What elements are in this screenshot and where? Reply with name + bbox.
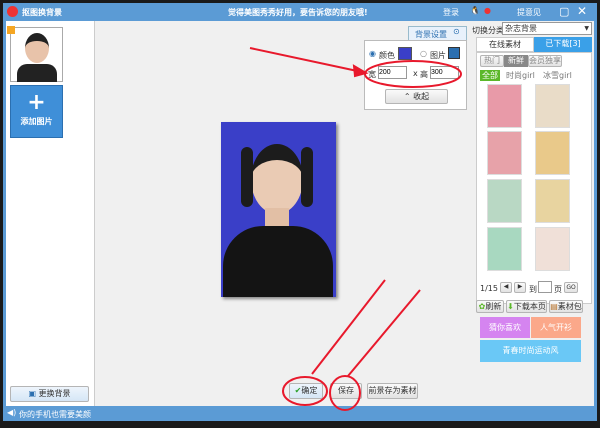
annotation-circle bbox=[329, 375, 361, 411]
annotation-arrow bbox=[347, 289, 421, 377]
annotation-circle bbox=[364, 60, 462, 88]
annotation-arrow bbox=[249, 47, 363, 73]
annotation-circle bbox=[282, 376, 328, 406]
annotation-overlay bbox=[249, 47, 462, 411]
annotation-arrow bbox=[311, 279, 386, 375]
